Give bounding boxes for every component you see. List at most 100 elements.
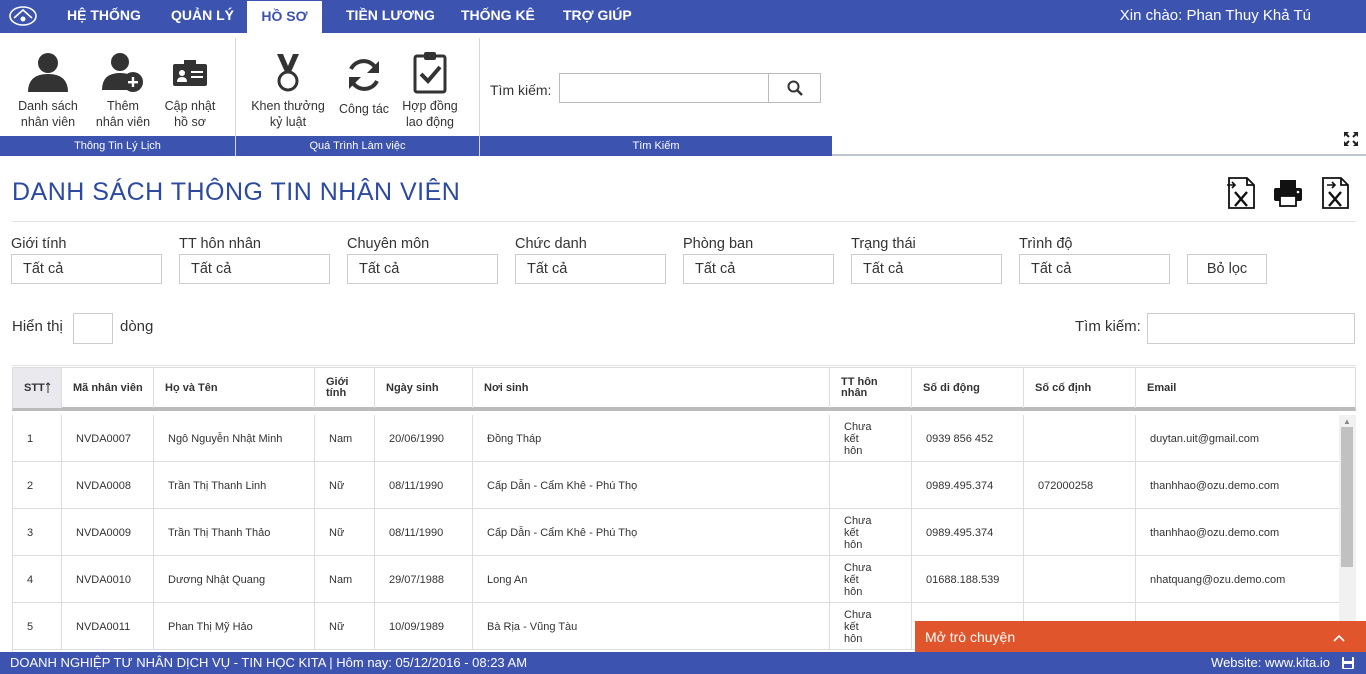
cell-full-name: Trần Thị Thanh Thảo: [154, 509, 315, 556]
cell-email: thanhhao@ozu.demo.com: [1150, 479, 1280, 492]
cell-birth-place: Bà Rịa - Vũng Tàu: [473, 603, 830, 650]
cell-marital-status: Chưa kết hôn: [830, 556, 912, 603]
show-entries-label: Hiển thị: [12, 318, 63, 335]
open-chat-button[interactable]: Mở trò chuyện: [915, 621, 1366, 654]
user-icon: [28, 53, 68, 92]
table-search-label: Tìm kiếm:: [1075, 318, 1141, 335]
print-icon[interactable]: [1272, 176, 1304, 210]
work-assignment-button[interactable]: Công tác: [334, 53, 394, 117]
cell-landline: 072000258: [1024, 462, 1136, 509]
employee-list-label-1: Danh sách: [18, 99, 78, 113]
cell-birth-date: 08/11/1990: [375, 509, 473, 556]
menu-tro-giup[interactable]: TRỢ GIÚP: [563, 0, 632, 33]
rewards-discipline-label-1: Khen thưởng: [251, 99, 325, 113]
scroll-up-arrow-icon[interactable]: ▲: [1343, 417, 1351, 426]
cell-employee-id: NVDA0007: [62, 415, 154, 462]
open-chat-label: Mở trò chuyện: [925, 629, 1016, 645]
cell-birth-date: 10/09/1989: [375, 603, 473, 650]
table-header: STT Mã nhân viên Họ và Tên Giới tính Ngà…: [12, 367, 1356, 411]
header-full-name[interactable]: Họ và Tên: [154, 368, 315, 408]
filter-marital-select[interactable]: Tất cả: [179, 254, 330, 284]
table-row[interactable]: 2 NVDA0008 Trần Thị Thanh Linh Nữ 08/11/…: [13, 462, 1339, 509]
filter-department-select[interactable]: Tất cả: [683, 254, 834, 284]
top-navigation-bar: HỆ THỐNG QUẢN LÝ HỒ SƠ TIỀN LƯƠNG THỐNG …: [0, 0, 1366, 34]
logo-icon[interactable]: [8, 4, 38, 28]
expand-icon[interactable]: [1343, 131, 1359, 147]
employee-list-label-2: nhân viên: [20, 115, 76, 129]
add-user-icon: [102, 53, 143, 92]
table-scrollbar[interactable]: ▲: [1339, 415, 1356, 652]
cell-marital-status: Chưa kết hôn: [830, 509, 912, 556]
cell-stt: 4: [13, 556, 62, 603]
sort-asc-icon: [45, 382, 51, 393]
filter-education-label: Trình độ: [1019, 236, 1073, 252]
user-greeting[interactable]: Xin chào: Phan Thuy Khả Tú: [1120, 0, 1311, 32]
add-employee-button[interactable]: Thêm nhân viên: [90, 50, 156, 130]
cell-full-name: Dương Nhật Quang: [154, 556, 315, 603]
scroll-thumb[interactable]: [1341, 427, 1353, 567]
cell-landline: [1024, 509, 1136, 556]
table-search-input[interactable]: [1147, 313, 1355, 344]
cell-mobile: 0989.495.374: [912, 462, 1024, 509]
cell-birth-date: 29/07/1988: [375, 556, 473, 603]
ribbon-group-search-label: Tìm Kiếm: [480, 136, 832, 156]
header-birth-place[interactable]: Nơi sinh: [473, 368, 830, 408]
ribbon-search-button[interactable]: [768, 73, 821, 103]
add-employee-label-2: nhân viên: [95, 115, 151, 129]
clear-filter-button[interactable]: Bỏ lọc: [1187, 254, 1267, 284]
cell-gender: Nam: [315, 556, 375, 603]
filter-position-label: Chức danh: [515, 236, 587, 252]
filter-status-select[interactable]: Tất cả: [851, 254, 1002, 284]
filter-education-select[interactable]: Tất cả: [1019, 254, 1170, 284]
table-row[interactable]: 1 NVDA0007 Ngô Nguyễn Nhật Minh Nam 20/0…: [13, 415, 1339, 462]
filter-position-select[interactable]: Tất cả: [515, 254, 666, 284]
cell-birth-place: Cấp Dẫn - Cẩm Khê - Phú Thọ: [473, 509, 830, 556]
cell-stt: 3: [13, 509, 62, 556]
ribbon-search-input[interactable]: [559, 73, 769, 103]
excel-export-icon[interactable]: [1319, 176, 1351, 210]
update-profile-button[interactable]: Cập nhật hồ sơ: [160, 50, 220, 130]
menu-ho-so[interactable]: HỒ SƠ: [246, 0, 323, 34]
status-footer: DOANH NGHIỆP TƯ NHÂN DỊCH VỤ - TIN HỌC K…: [0, 652, 1366, 674]
search-icon: [787, 80, 803, 96]
controls-divider: [12, 365, 1356, 366]
menu-he-thong[interactable]: HỆ THỐNG: [67, 0, 141, 33]
header-stt[interactable]: STT: [13, 368, 62, 408]
header-gender[interactable]: Giới tính: [315, 368, 375, 408]
filter-specialty-select[interactable]: Tất cả: [347, 254, 498, 284]
save-icon[interactable]: [1341, 656, 1355, 670]
excel-import-icon[interactable]: [1225, 176, 1257, 210]
show-entries-input[interactable]: [73, 313, 113, 344]
menu-tien-luong[interactable]: TIỀN LƯƠNG: [346, 0, 435, 33]
cell-employee-id: NVDA0009: [62, 509, 154, 556]
header-mobile[interactable]: Số di động: [912, 368, 1024, 408]
cell-email: nhatquang@ozu.demo.com: [1150, 573, 1286, 586]
cell-full-name: Ngô Nguyễn Nhật Minh: [154, 415, 315, 462]
cell-marital-status: Chưa kết hôn: [830, 603, 912, 650]
cell-marital-status: [830, 462, 912, 509]
cell-mobile: 01688.188.539: [912, 556, 1024, 603]
table-row[interactable]: 4 NVDA0010 Dương Nhật Quang Nam 29/07/19…: [13, 556, 1339, 603]
rewards-discipline-button[interactable]: Khen thưởng kỷ luật: [250, 50, 326, 130]
cell-birth-place: Đồng Tháp: [473, 415, 830, 462]
header-birth-date[interactable]: Ngày sinh: [375, 368, 473, 408]
header-landline[interactable]: Số cố định: [1024, 368, 1136, 408]
header-email[interactable]: Email: [1136, 368, 1355, 408]
employee-list-button[interactable]: Danh sách nhân viên: [14, 50, 82, 130]
update-profile-label-1: Cập nhật: [164, 99, 216, 113]
rewards-discipline-label-2: kỷ luật: [269, 115, 307, 129]
cell-birth-date: 08/11/1990: [375, 462, 473, 509]
filter-gender-select[interactable]: Tất cả: [11, 254, 162, 284]
cell-stt: 5: [13, 603, 62, 650]
refresh-icon: [349, 59, 379, 91]
table-row[interactable]: 3 NVDA0009 Trần Thị Thanh Thảo Nữ 08/11/…: [13, 509, 1339, 556]
header-employee-id[interactable]: Mã nhân viên: [62, 368, 154, 408]
cell-gender: Nam: [315, 415, 375, 462]
filter-specialty-label: Chuyên môn: [347, 236, 430, 252]
labor-contract-button[interactable]: Hợp đồng lao động: [400, 50, 460, 130]
menu-thong-ke[interactable]: THỐNG KÊ: [461, 0, 535, 33]
header-marital-status[interactable]: TT hôn nhân: [830, 368, 912, 408]
footer-website-link[interactable]: Website: www.kita.io: [1211, 652, 1330, 673]
menu-quan-ly[interactable]: QUẢN LÝ: [171, 0, 234, 33]
cell-full-name: Trần Thị Thanh Linh: [154, 462, 315, 509]
